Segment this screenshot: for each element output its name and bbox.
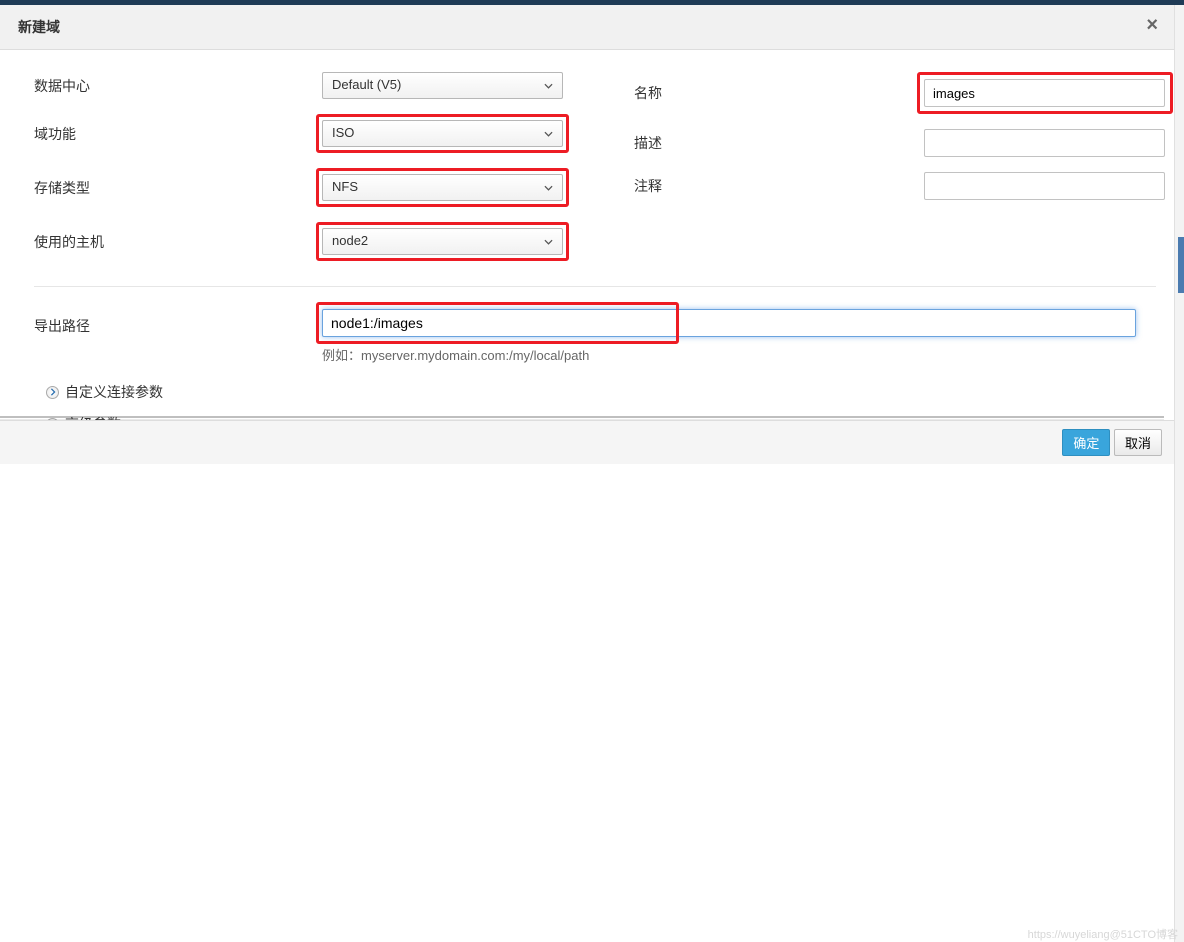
watermark: https://wuyeliang@51CTO博客 (1028, 926, 1178, 942)
label-name: 名称 (634, 83, 924, 103)
select-storage-type-value: NFS (332, 179, 358, 194)
select-data-center-value: Default (V5) (332, 77, 401, 92)
cancel-button[interactable]: 取消 (1114, 429, 1162, 456)
label-use-host: 使用的主机 (34, 232, 322, 252)
label-domain-function: 域功能 (34, 124, 322, 144)
label-description: 描述 (634, 133, 924, 153)
chevron-down-icon (544, 237, 553, 246)
select-domain-function-value: ISO (332, 125, 354, 140)
select-storage-type[interactable]: NFS (322, 174, 563, 201)
chevron-down-icon (544, 129, 553, 138)
select-use-host[interactable]: node2 (322, 228, 563, 255)
dialog-header: 新建域 × (0, 5, 1174, 50)
export-path-hint: 例如：myserver.mydomain.com:/my/local/path (34, 345, 1156, 364)
select-use-host-value: node2 (332, 233, 368, 248)
arrow-right-icon (46, 386, 59, 399)
input-description[interactable] (924, 129, 1165, 157)
label-data-center: 数据中心 (34, 76, 322, 96)
input-name[interactable] (924, 79, 1165, 107)
chevron-down-icon (544, 183, 553, 192)
scrollbar-track[interactable] (1174, 5, 1184, 942)
close-icon[interactable]: × (1146, 15, 1158, 35)
label-export-path: 导出路径 (34, 309, 322, 336)
chevron-down-icon (544, 81, 553, 90)
select-domain-function[interactable]: ISO (322, 120, 563, 147)
expand-custom-connection[interactable]: 自定义连接参数 (34, 382, 1156, 402)
input-export-path[interactable] (322, 309, 1136, 337)
scrollbar-thumb[interactable] (1178, 237, 1184, 293)
divider (34, 286, 1156, 287)
label-storage-type: 存储类型 (34, 178, 322, 198)
select-data-center[interactable]: Default (V5) (322, 72, 563, 99)
input-comment[interactable] (924, 172, 1165, 200)
label-comment: 注释 (634, 176, 924, 196)
dialog-title: 新建域 (18, 19, 60, 35)
ok-button[interactable]: 确定 (1062, 429, 1110, 456)
expand-custom-connection-label: 自定义连接参数 (65, 382, 163, 402)
